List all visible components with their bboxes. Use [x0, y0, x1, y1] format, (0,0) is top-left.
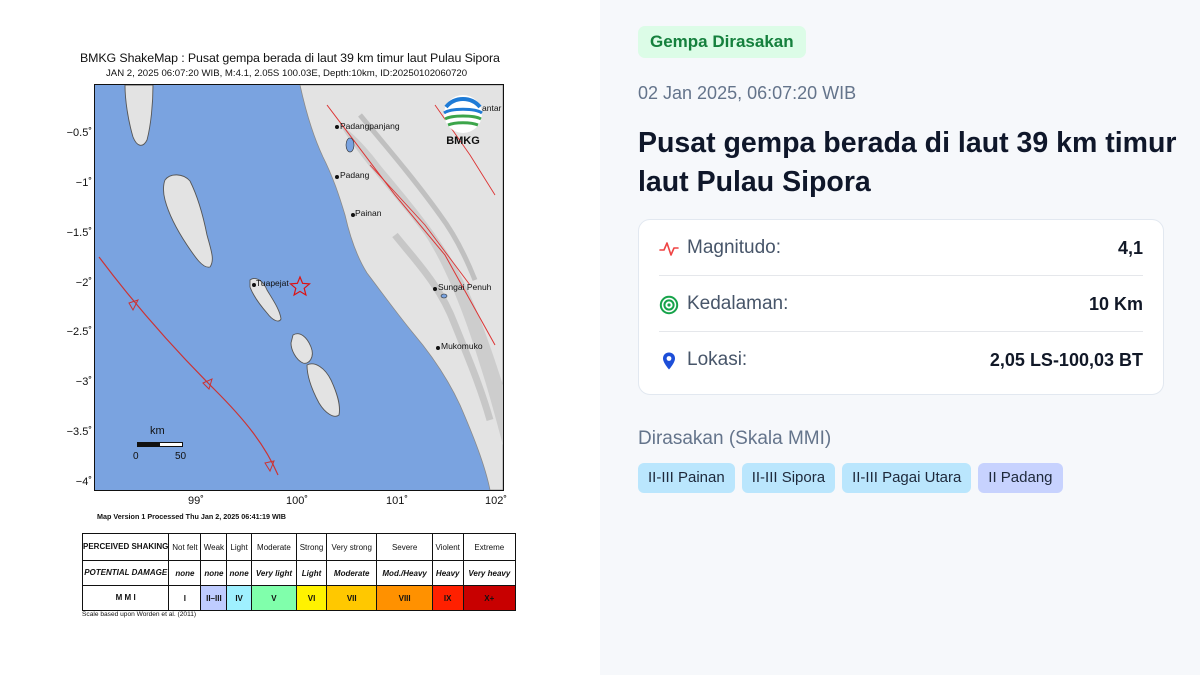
- damage-cell: none: [226, 560, 252, 586]
- shakemap-subtitle: JAN 2, 2025 06:07:20 WIB, M:4.1, 2.05S 1…: [106, 68, 468, 79]
- place-label-padang: Padang: [340, 170, 370, 180]
- y-tick-label: −0.5˚: [66, 127, 92, 139]
- siberut-island: [163, 174, 213, 268]
- scalebar: [137, 442, 183, 447]
- earthquake-datetime: 02 Jan 2025, 06:07:20 WIB: [638, 83, 857, 103]
- shaking-cell: Severe: [376, 533, 433, 561]
- place-label-painan: Painan: [355, 208, 382, 218]
- place-label-mukomuko: Mukomuko: [441, 341, 483, 351]
- place-label-padangpanjang: Padangpanjang: [340, 121, 400, 131]
- shaking-cell: Violent: [431, 533, 464, 561]
- y-tick-label: −1.5˚: [66, 227, 92, 239]
- mmi-row: M M I I II–III IV V VI VII VIII IX X+: [81, 585, 517, 611]
- felt-areas-heading: Dirasakan (Skala MMI): [638, 428, 832, 449]
- y-tick-label: −1˚: [75, 177, 92, 189]
- depth-row: Kedalaman: 10 Km: [659, 276, 1143, 332]
- felt-area-chip: II-III Sipora: [741, 463, 836, 493]
- mmi-cell: IV: [226, 585, 252, 611]
- bmkg-logo-text: BMKG: [446, 135, 480, 147]
- place-label-tuapejat: Tuapejat: [256, 278, 289, 288]
- x-tick-label: 99˚: [188, 495, 204, 507]
- y-tick-label: −3.5˚: [66, 426, 92, 438]
- target-icon: [659, 295, 679, 315]
- scalebar-min: 0: [133, 451, 139, 462]
- location-label: Lokasi:: [687, 349, 748, 370]
- depth-label: Kedalaman:: [687, 293, 789, 314]
- city-marker: [436, 346, 440, 350]
- damage-cell: Heavy: [431, 560, 464, 586]
- magnitude-row: Magnitudo: 4,1: [659, 220, 1143, 276]
- location-pin-icon: [663, 352, 675, 370]
- earthquake-details-card: Magnitudo: 4,1 Kedalaman: 10 Km Lokasi: …: [638, 219, 1164, 395]
- magnitude-value: 4,1: [1117, 238, 1143, 258]
- mmi-cell: IX: [431, 585, 464, 611]
- shaking-cell: Not felt: [168, 533, 202, 561]
- magnitude-label: Magnitudo:: [687, 237, 782, 258]
- scalebar-unit: km: [150, 425, 165, 437]
- felt-area-chip: II-III Pagai Utara: [842, 463, 972, 493]
- mmi-cell: VIII: [376, 585, 433, 611]
- felt-status-badge: Gempa Dirasakan: [638, 26, 806, 58]
- mmi-cell: I: [168, 585, 202, 611]
- damage-cell: Very heavy: [462, 560, 517, 586]
- damage-cell: Light: [296, 560, 327, 586]
- felt-areas-list: II-III Painan II-III Sipora II-III Pagai…: [638, 463, 1063, 493]
- scalebar-max: 50: [175, 451, 187, 462]
- location-row: Lokasi: 2,05 LS-100,03 BT: [659, 332, 1143, 388]
- pulse-icon: [659, 242, 679, 256]
- perceived-shaking-header: PERCEIVED SHAKING: [81, 533, 170, 561]
- potential-damage-header: POTENTIAL DAMAGE: [81, 560, 170, 586]
- mmi-cell: X+: [462, 585, 517, 611]
- damage-cell: none: [200, 560, 228, 586]
- felt-area-chip: II-III Painan: [638, 463, 735, 493]
- depth-value: 10 Km: [1088, 294, 1143, 314]
- y-tick-label: −2˚: [75, 277, 92, 289]
- potential-damage-row: POTENTIAL DAMAGE none none none Very lig…: [81, 560, 517, 586]
- shaking-cell: Moderate: [250, 533, 298, 561]
- city-marker: [335, 125, 339, 129]
- damage-cell: Moderate: [325, 560, 378, 586]
- shaking-cell: Extreme: [462, 533, 517, 561]
- x-tick-label: 102˚: [484, 495, 508, 507]
- damage-cell: Mod./Heavy: [376, 560, 433, 586]
- map-version-text: Map Version 1 Processed Thu Jan 2, 2025 …: [97, 512, 286, 521]
- perceived-shaking-row: PERCEIVED SHAKING Not felt Weak Light Mo…: [81, 533, 517, 561]
- mmi-cell: VII: [325, 585, 378, 611]
- shaking-cell: Very strong: [325, 533, 378, 561]
- y-tick-label: −3˚: [75, 376, 92, 388]
- city-marker: [335, 175, 339, 179]
- epicenter-star: [288, 275, 312, 297]
- damage-cell: none: [168, 560, 202, 586]
- y-tick-label: −2.5˚: [66, 326, 92, 338]
- pagai-utara-island: [290, 333, 313, 364]
- shaking-cell: Strong: [296, 533, 327, 561]
- shakemap-panel: BMKG ShakeMap : Pusat gempa berada di la…: [0, 0, 600, 675]
- felt-area-chip: II Padang: [978, 463, 1063, 493]
- mmi-header: M M I: [81, 585, 170, 611]
- mmi-cell: V: [250, 585, 298, 611]
- x-tick-label: 101˚: [385, 495, 409, 507]
- mmi-cell: VI: [296, 585, 327, 611]
- scale-credit-text: Scale based upon Worden et al. (2011): [82, 611, 197, 618]
- earthquake-info-panel: Gempa Dirasakan 02 Jan 2025, 06:07:20 WI…: [600, 0, 1200, 675]
- pagai-selatan-island: [306, 363, 340, 417]
- y-tick-label: −4˚: [75, 476, 92, 488]
- mmi-cell: II–III: [200, 585, 228, 611]
- shaking-cell: Weak: [200, 533, 228, 561]
- place-label-sungai-penuh: Sungai Penuh: [438, 282, 492, 292]
- shakemap-title: BMKG ShakeMap : Pusat gempa berada di la…: [80, 51, 500, 65]
- location-value: 2,05 LS-100,03 BT: [989, 350, 1143, 370]
- shaking-cell: Light: [226, 533, 252, 561]
- earthquake-headline: Pusat gempa berada di laut 39 km timur l…: [638, 127, 1177, 198]
- city-marker: [433, 287, 437, 291]
- mmi-legend-table: PERCEIVED SHAKING Not felt Weak Light Mo…: [81, 533, 517, 611]
- damage-cell: Very light: [250, 560, 298, 586]
- x-tick-label: 100˚: [285, 495, 309, 507]
